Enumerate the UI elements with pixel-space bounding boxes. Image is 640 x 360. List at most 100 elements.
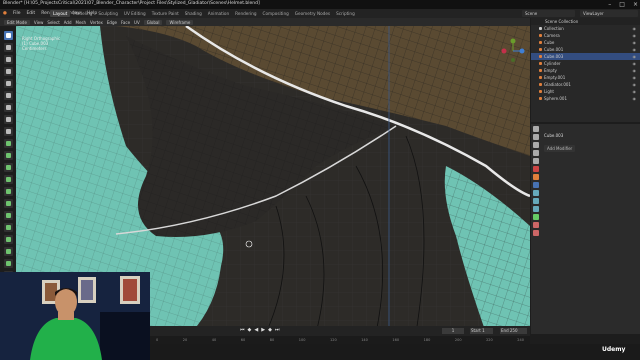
outliner-item[interactable]: Collection ◉	[531, 25, 640, 32]
world-tab-icon[interactable]	[533, 166, 539, 172]
header-menu-mesh[interactable]: Mesh	[76, 20, 87, 25]
end-frame-field[interactable]: End 250	[500, 328, 527, 334]
header-menu-edge[interactable]: Edge	[107, 20, 117, 25]
modifier-tab-icon[interactable]	[533, 182, 539, 188]
transform-tool-icon[interactable]	[3, 91, 13, 100]
outliner-item[interactable]: Light ◉	[531, 88, 640, 95]
output-tab-icon[interactable]	[533, 142, 539, 148]
header-menu-face[interactable]: Face	[121, 20, 130, 25]
constraints-tab-icon[interactable]	[533, 206, 539, 212]
playback-controls: ⏮ ◆ ◀ ▶ ◆ ⏭	[240, 327, 279, 333]
mode-selector[interactable]: Edit Mode	[4, 19, 30, 25]
frame-ruler[interactable]: 0 20 40 60 80 100 120 140 160 180 200 22…	[150, 336, 530, 344]
menu-file[interactable]: File	[10, 11, 24, 16]
tab-texture-paint[interactable]: Texture Paint	[149, 10, 182, 17]
outliner-item[interactable]: Cylinder ◉	[531, 60, 640, 67]
physics-tab-icon[interactable]	[533, 198, 539, 204]
header-menu-add[interactable]: Add	[64, 20, 72, 25]
object-tab-icon[interactable]	[533, 174, 539, 180]
eye-icon[interactable]: ◉	[633, 75, 637, 80]
eye-icon[interactable]: ◉	[633, 61, 637, 66]
poly-build-tool-icon[interactable]	[3, 199, 13, 208]
pivot-selector[interactable]: Global	[143, 19, 163, 25]
select-tool-icon[interactable]	[3, 31, 13, 40]
add-modifier-button[interactable]: Add Modifier	[544, 145, 576, 152]
eye-icon[interactable]: ◉	[633, 82, 637, 87]
view-layer-selector[interactable]: ViewLayer	[580, 10, 638, 17]
header-menu-view[interactable]: View	[34, 20, 44, 25]
smooth-tool-icon[interactable]	[3, 223, 13, 232]
tab-sculpting[interactable]: Sculpting	[95, 10, 121, 17]
outliner-item[interactable]: Camera ◉	[531, 32, 640, 39]
tab-layout[interactable]: Layout	[50, 10, 71, 17]
jump-start-icon[interactable]: ⏮	[240, 327, 245, 333]
eye-icon[interactable]: ◉	[633, 89, 637, 94]
header-menu-vertex[interactable]: Vertex	[90, 20, 103, 25]
menu-edit[interactable]: Edit	[23, 11, 38, 16]
tab-rendering[interactable]: Rendering	[232, 10, 259, 17]
cursor-tool-icon[interactable]	[3, 43, 13, 52]
eye-icon[interactable]: ◉	[633, 47, 637, 52]
outliner-item[interactable]: Sphere.001 ◉	[531, 95, 640, 102]
render-tab-icon[interactable]	[533, 134, 539, 140]
maximize-icon[interactable]: □	[619, 1, 625, 8]
annotate-tool-icon[interactable]	[3, 103, 13, 112]
shear-tool-icon[interactable]	[3, 259, 13, 268]
minimize-icon[interactable]: –	[608, 1, 611, 8]
tab-uv-editing[interactable]: UV Editing	[121, 10, 149, 17]
next-keyframe-icon[interactable]: ◆	[268, 327, 272, 333]
current-frame-field[interactable]: 1	[442, 328, 464, 334]
outliner-item-selected[interactable]: Cube.003 ◉	[531, 53, 640, 60]
outliner-item[interactable]: Cube.001 ◉	[531, 46, 640, 53]
eye-icon[interactable]: ◉	[633, 68, 637, 73]
scene-tab-icon[interactable]	[533, 158, 539, 164]
tab-shading[interactable]: Shading	[182, 10, 205, 17]
eye-icon[interactable]: ◉	[633, 33, 637, 38]
bevel-tool-icon[interactable]	[3, 163, 13, 172]
start-frame-field[interactable]: Start 1	[470, 328, 493, 334]
shrink-tool-icon[interactable]	[3, 247, 13, 256]
outliner-item[interactable]: Empty ◉	[531, 67, 640, 74]
tab-geometry-nodes[interactable]: Geometry Nodes	[292, 10, 333, 17]
scale-tool-icon[interactable]	[3, 79, 13, 88]
tab-compositing[interactable]: Compositing	[260, 10, 292, 17]
close-icon[interactable]: ×	[633, 1, 638, 8]
tab-modeling[interactable]: Modeling	[70, 10, 95, 17]
outliner-item[interactable]: Gladiator.001 ◉	[531, 81, 640, 88]
move-tool-icon[interactable]	[3, 55, 13, 64]
eye-icon[interactable]: ◉	[633, 26, 637, 31]
knife-tool-icon[interactable]	[3, 187, 13, 196]
play-icon[interactable]: ▶	[261, 327, 265, 333]
navigation-gizmo-icon[interactable]	[500, 38, 526, 64]
tab-scripting[interactable]: Scripting	[333, 10, 358, 17]
prev-keyframe-icon[interactable]: ◆	[248, 327, 252, 333]
header-menu-select[interactable]: Select	[47, 20, 59, 25]
view-layer-tab-icon[interactable]	[533, 150, 539, 156]
jump-end-icon[interactable]: ⏭	[275, 327, 280, 333]
blender-logo-icon[interactable]: ●	[0, 11, 10, 16]
spin-tool-icon[interactable]	[3, 211, 13, 220]
shading-selector[interactable]: Wireframe	[166, 19, 194, 25]
outliner-item[interactable]: Empty.001 ◉	[531, 74, 640, 81]
edge-slide-tool-icon[interactable]	[3, 235, 13, 244]
tab-animation[interactable]: Animation	[205, 10, 232, 17]
ruler-tick: 180	[423, 338, 431, 342]
extrude-tool-icon[interactable]	[3, 139, 13, 148]
material-tab-icon[interactable]	[533, 222, 539, 228]
outliner-item[interactable]: Cube ◉	[531, 39, 640, 46]
measure-tool-icon[interactable]	[3, 115, 13, 124]
header-menu-uv[interactable]: UV	[134, 20, 140, 25]
particles-tab-icon[interactable]	[533, 190, 539, 196]
eye-icon[interactable]: ◉	[633, 96, 637, 101]
data-tab-icon[interactable]	[533, 214, 539, 220]
inset-tool-icon[interactable]	[3, 151, 13, 160]
scene-selector[interactable]: Scene	[522, 10, 575, 17]
loop-cut-tool-icon[interactable]	[3, 175, 13, 184]
rotate-tool-icon[interactable]	[3, 67, 13, 76]
eye-icon[interactable]: ◉	[633, 54, 637, 59]
add-cube-tool-icon[interactable]	[3, 127, 13, 136]
eye-icon[interactable]: ◉	[633, 40, 637, 45]
tool-tab-icon[interactable]	[533, 126, 539, 132]
texture-tab-icon[interactable]	[533, 230, 539, 236]
play-reverse-icon[interactable]: ◀	[254, 327, 258, 333]
